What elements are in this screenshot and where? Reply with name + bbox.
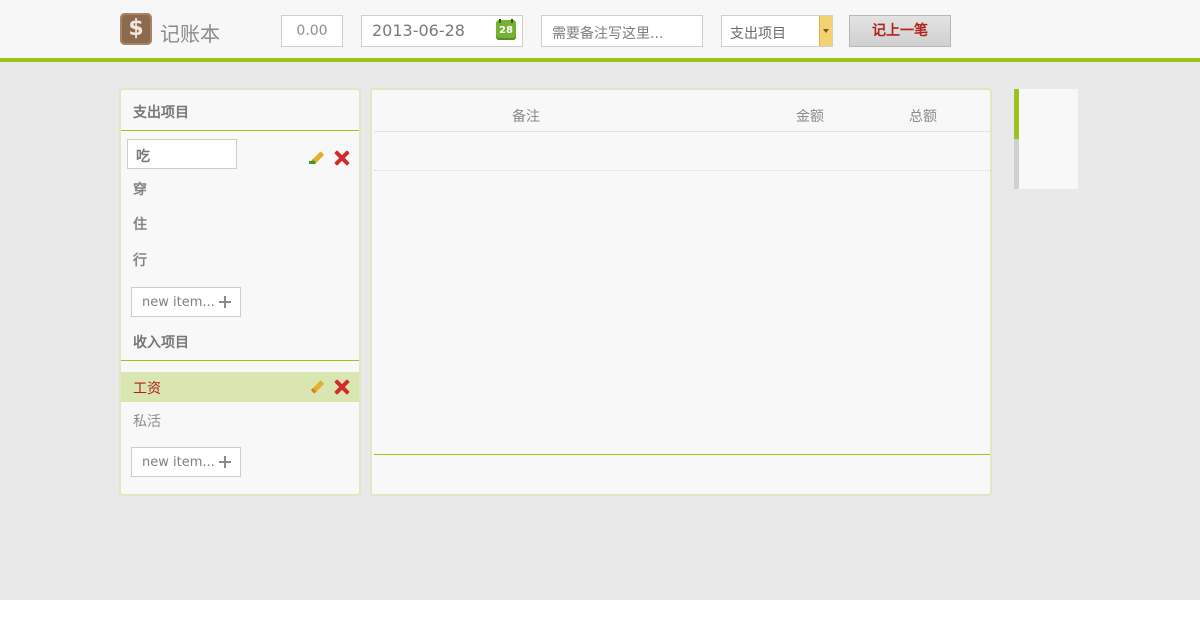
side-tab[interactable] — [1014, 139, 1019, 189]
dropdown-arrow-icon[interactable] — [819, 16, 832, 46]
edit-pencil-icon[interactable] — [309, 379, 325, 395]
expense-list-item[interactable]: 穿 — [121, 173, 359, 203]
income-divider — [121, 360, 359, 361]
side-tab-active[interactable] — [1014, 89, 1019, 139]
categories-panel: 支出项目 吃 穿 住 行 new item... 收入项目 工资 私活 new … — [119, 88, 361, 496]
note-input[interactable]: 需要备注写这里... — [541, 15, 703, 47]
amount-input[interactable]: 0.00 — [281, 15, 343, 47]
plus-icon — [219, 296, 231, 308]
add-income-item-button[interactable]: new item... — [131, 447, 241, 477]
top-header: $ 记账本 0.00 2013-06-28 28 需要备注写这里... 支出项目… — [0, 0, 1200, 62]
date-input[interactable]: 2013-06-28 28 — [361, 15, 523, 47]
date-value: 2013-06-28 — [372, 21, 465, 40]
plus-icon — [219, 456, 231, 468]
table-footer-divider — [374, 454, 990, 455]
records-table-panel: 备注 金额 总额 — [370, 88, 992, 496]
side-tabs — [1014, 89, 1078, 189]
category-selected-value: 支出项目 — [730, 26, 786, 42]
calendar-icon[interactable]: 28 — [496, 19, 516, 40]
expense-divider — [121, 130, 359, 131]
category-select[interactable]: 支出项目 — [721, 15, 833, 47]
column-header-amount: 金额 — [796, 109, 824, 125]
app-title: 记账本 — [160, 22, 220, 46]
income-list-item-selected[interactable]: 工资 — [121, 372, 359, 402]
app-root: $ 记账本 0.00 2013-06-28 28 需要备注写这里... 支出项目… — [0, 0, 1200, 600]
expense-item-edit-input[interactable]: 吃 — [127, 139, 237, 169]
dollar-logo-icon: $ — [120, 13, 152, 45]
add-expense-item-button[interactable]: new item... — [131, 287, 241, 317]
table-row[interactable] — [374, 132, 990, 171]
expense-section-title: 支出项目 — [133, 105, 189, 121]
delete-icon[interactable] — [333, 379, 349, 395]
record-button[interactable]: 记上一笔 — [849, 15, 951, 47]
delete-icon[interactable] — [333, 150, 349, 166]
column-header-note: 备注 — [512, 109, 540, 125]
income-section-title: 收入项目 — [133, 335, 189, 351]
expense-list-item[interactable]: 行 — [121, 244, 359, 274]
note-placeholder: 需要备注写这里... — [552, 26, 664, 42]
column-header-total: 总额 — [909, 109, 937, 125]
edit-pencil-icon[interactable] — [309, 150, 325, 166]
expense-list-item[interactable]: 住 — [121, 208, 359, 238]
income-list-item[interactable]: 私活 — [121, 405, 359, 435]
